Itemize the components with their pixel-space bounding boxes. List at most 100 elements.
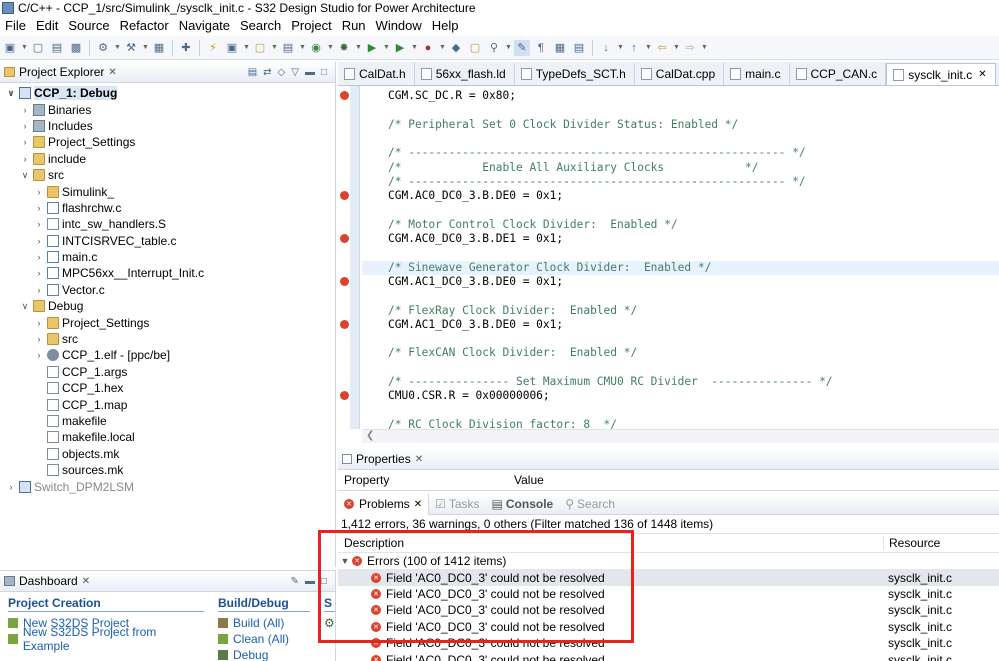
build-hammer-icon[interactable]: ⚒ [123, 40, 139, 56]
dropdown-icon[interactable]: ▼ [243, 44, 250, 51]
tab-problems[interactable]: ✕ Problems ✕ [338, 493, 430, 515]
code-line[interactable]: CGM.SC_DC.R = 0x80; [388, 89, 516, 103]
tree-item[interactable]: › Simulink_ [0, 183, 335, 199]
tree-item[interactable]: CCP_1.args [0, 364, 335, 380]
tree-item[interactable]: › main.c [0, 249, 335, 265]
close-icon[interactable]: ✕ [978, 69, 986, 80]
run-icon[interactable]: ▶ [364, 40, 380, 56]
dropdown-icon[interactable]: ▼ [271, 44, 278, 51]
back-icon[interactable]: ⇦ [654, 40, 670, 56]
error-marker-icon[interactable] [340, 276, 349, 286]
menu-run[interactable]: Run [337, 18, 371, 33]
dropdown-icon[interactable]: ▼ [617, 44, 624, 51]
chevron-right-icon[interactable]: › [20, 105, 30, 115]
code-line[interactable]: /* Sinewave Generator Clock Divider: Ena… [362, 260, 999, 275]
tree-item[interactable]: › Vector.c [0, 282, 335, 298]
chevron-right-icon[interactable]: › [20, 121, 30, 131]
tab-search[interactable]: ⚲ Search [559, 497, 621, 511]
open-folder-icon[interactable]: ▢ [467, 40, 483, 56]
debug-bug-icon[interactable]: ✸ [336, 40, 352, 56]
print-icon[interactable]: ▩ [68, 40, 84, 56]
minimize-icon[interactable]: ▬ [305, 67, 315, 78]
menu-help[interactable]: Help [427, 18, 464, 33]
external-tools-icon[interactable]: ▶ [392, 40, 408, 56]
tree-item[interactable]: › Project_Settings [0, 134, 335, 150]
code-line[interactable]: CGM.AC0_DC0_3.B.DE1 = 0x1; [388, 232, 563, 246]
new-file-icon[interactable]: ▤ [280, 40, 296, 56]
flash-icon[interactable]: ⚡ [205, 40, 221, 56]
menu-refactor[interactable]: Refactor [115, 18, 174, 33]
build-all-link[interactable]: Build (All) [218, 615, 310, 631]
tree-item[interactable]: › flashrchw.c [0, 200, 335, 216]
chevron-right-icon[interactable]: › [34, 334, 44, 344]
new-project-icon[interactable]: ▣ [224, 40, 240, 56]
settings-icon[interactable]: ⚙ [95, 40, 111, 56]
code-line[interactable]: CGM.AC1_DC0_3.B.DE0 = 0x1; [388, 318, 563, 332]
link-editor-icon[interactable]: ⇄ [263, 67, 271, 78]
code-line[interactable]: CMU0.CSR.R = 0x00000006; [388, 389, 550, 403]
filter-icon[interactable]: ◇ [278, 67, 286, 78]
menu-project[interactable]: Project [286, 18, 336, 33]
tab-console[interactable]: ▤ Console [486, 497, 560, 511]
chevron-right-icon[interactable]: › [6, 482, 16, 492]
code-line[interactable]: /* -------------------------------------… [388, 175, 806, 189]
code-line[interactable]: CGM.AC0_DC0_3.B.DE0 = 0x1; [388, 189, 563, 203]
tree-item[interactable]: › Switch_DPM2LSM [0, 478, 335, 494]
new-folder-icon[interactable]: ▢ [252, 40, 268, 56]
close-icon[interactable]: ✕ [82, 576, 90, 587]
chevron-right-icon[interactable]: › [34, 285, 44, 295]
tree-item[interactable]: objects.mk [0, 446, 335, 462]
customize-icon[interactable]: ✎ [291, 576, 299, 587]
skip-breakpoints-icon[interactable]: ✚ [178, 40, 194, 56]
prev-annotation-icon[interactable]: ↑ [626, 40, 642, 56]
dropdown-icon[interactable]: ▼ [114, 44, 121, 51]
tree-item[interactable]: › include [0, 151, 335, 167]
chevron-right-icon[interactable]: › [34, 187, 44, 197]
tree-item[interactable]: CCP_1.map [0, 396, 335, 412]
save-all-icon[interactable]: ▤ [49, 40, 65, 56]
tree-item[interactable]: makefile [0, 413, 335, 429]
error-marker-icon[interactable] [340, 319, 349, 329]
dropdown-icon[interactable]: ▼ [142, 44, 149, 51]
open-type-icon[interactable]: ◆ [448, 40, 464, 56]
profile-icon[interactable]: ● [420, 40, 436, 56]
next-annotation-icon[interactable]: ↓ [598, 40, 614, 56]
chevron-down-icon[interactable]: ∨ [20, 301, 30, 312]
new-project-from-example-link[interactable]: New S32DS Project from Example [8, 625, 204, 653]
error-marker-icon[interactable] [340, 234, 349, 243]
tree-item[interactable]: › Binaries [0, 101, 335, 117]
editor-tab[interactable]: TypeDefs_SCT.h [515, 63, 635, 85]
tree-item[interactable]: › Includes [0, 118, 335, 134]
dropdown-icon[interactable]: ▼ [355, 44, 362, 51]
dropdown-icon[interactable]: ▼ [299, 44, 306, 51]
editor-tab[interactable]: sysclk_init.c ✕ [886, 63, 996, 85]
editor-tab[interactable]: CCP_CAN.c [790, 63, 887, 85]
debug-link[interactable]: Debug [218, 647, 310, 661]
dropdown-icon[interactable]: ▼ [21, 44, 28, 51]
code-line[interactable]: CGM.AC1_DC0_3.B.DE0 = 0x1; [388, 275, 563, 289]
tree-item[interactable]: › INTCISRVEC_table.c [0, 233, 335, 249]
menu-file[interactable]: File [0, 18, 31, 33]
menu-search[interactable]: Search [235, 18, 286, 33]
menu-window[interactable]: Window [371, 18, 427, 33]
tree-item[interactable]: › MPC56xx__Interrupt_Init.c [0, 265, 335, 281]
value-column-header[interactable]: Value [508, 473, 544, 487]
error-marker-icon[interactable] [340, 91, 349, 100]
chevron-right-icon[interactable]: › [34, 252, 44, 262]
tree-item[interactable]: makefile.local [0, 429, 335, 445]
tree-item[interactable]: sources.mk [0, 462, 335, 478]
chevron-right-icon[interactable]: › [34, 318, 44, 328]
chevron-right-icon[interactable]: › [20, 154, 30, 164]
code-line[interactable]: /* -------------------------------------… [388, 146, 806, 160]
save-icon[interactable]: ▢ [30, 40, 46, 56]
menu-edit[interactable]: Edit [31, 18, 63, 33]
chevron-down-icon[interactable]: ∨ [20, 170, 30, 181]
tree-item[interactable]: › Project_Settings [0, 314, 335, 330]
editor-tab[interactable]: 56xx_flash.ld [415, 63, 515, 85]
annotation-icon[interactable]: ▤ [571, 40, 587, 56]
target-icon[interactable]: ◉ [308, 40, 324, 56]
close-icon[interactable]: ✕ [414, 499, 422, 510]
view-menu-icon[interactable]: ▽ [291, 67, 299, 78]
dropdown-icon[interactable]: ▼ [645, 44, 652, 51]
clean-all-link[interactable]: Clean (All) [218, 631, 310, 647]
